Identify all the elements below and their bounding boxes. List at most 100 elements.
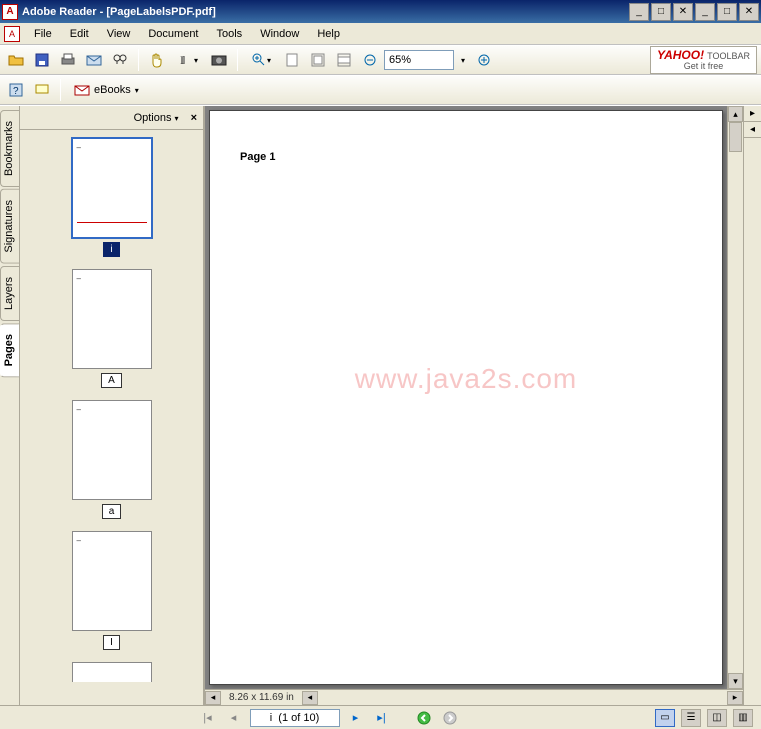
collapse-right-button[interactable]: ◂	[744, 122, 761, 138]
select-text-button[interactable]: I▾	[171, 48, 205, 72]
pdf-icon: A	[4, 26, 20, 42]
actual-size-button[interactable]	[280, 48, 304, 72]
yahoo-subtitle: TOOLBAR	[707, 51, 750, 61]
thumbnail-item[interactable]: – a	[28, 400, 195, 519]
review-button[interactable]	[30, 78, 54, 102]
hand-tool-button[interactable]	[145, 48, 169, 72]
scrollbar-thumb[interactable]	[729, 122, 742, 152]
save-button[interactable]	[30, 48, 54, 72]
continuous-facing-view-button[interactable]: ▥	[733, 709, 753, 727]
secondary-toolbar: ? eBooks ▾	[0, 75, 761, 105]
menu-help[interactable]: Help	[309, 26, 348, 42]
zoom-in-button[interactable]: ▾	[244, 48, 278, 72]
thumbnail-item[interactable]	[28, 662, 195, 682]
next-page-button[interactable]: ▸	[346, 709, 366, 727]
svg-text:?: ?	[13, 86, 19, 97]
page-thumbnail[interactable]: –	[72, 531, 152, 631]
thumbnail-item[interactable]: – A	[28, 269, 195, 388]
scroll-left2-button[interactable]: ◂	[302, 691, 318, 705]
thumbnail-label: I	[103, 635, 120, 650]
previous-page-button[interactable]: ◂	[224, 709, 244, 727]
thumbnail-label: A	[101, 373, 122, 388]
separator	[138, 49, 139, 71]
chevron-down-icon: ▾	[135, 86, 139, 95]
vertical-scrollbar[interactable]: ▴ ▾	[727, 106, 743, 689]
facing-view-button[interactable]: ◫	[707, 709, 727, 727]
thumbnails-list[interactable]: – i – A – a – I	[20, 130, 203, 705]
search-button[interactable]	[108, 48, 132, 72]
fit-page-button[interactable]	[306, 48, 330, 72]
separator	[237, 49, 238, 71]
menu-window[interactable]: Window	[252, 26, 307, 42]
doc-restore-button[interactable]: □	[717, 3, 737, 21]
svg-text:I: I	[180, 53, 184, 67]
pages-panel: Options ▾ × – i – A – a – I	[20, 106, 205, 705]
print-button[interactable]	[56, 48, 80, 72]
last-page-button[interactable]: ▸|	[372, 709, 392, 727]
zoom-out-button[interactable]	[358, 48, 382, 72]
page-thumbnail[interactable]: –	[72, 138, 152, 238]
page-content-text: Page 1	[240, 151, 275, 163]
main-toolbar: I▾ ▾ ▾ YAHOO! TOOLBAR Get it free	[0, 45, 761, 75]
continuous-view-button[interactable]: ☰	[681, 709, 701, 727]
page-thumbnail[interactable]: –	[72, 269, 152, 369]
tab-signatures[interactable]: Signatures	[0, 189, 19, 264]
zoom-input[interactable]	[384, 50, 454, 70]
statusbar: |◂ ◂ ▸ ▸| ▭ ☰ ◫ ▥	[0, 705, 761, 729]
titlebar: A Adobe Reader - [PageLabelsPDF.pdf] _ □…	[0, 0, 761, 23]
menu-tools[interactable]: Tools	[209, 26, 251, 42]
yahoo-toolbar-ad[interactable]: YAHOO! TOOLBAR Get it free	[650, 46, 757, 74]
zoom-dropdown-button[interactable]: ▾	[456, 48, 470, 72]
first-page-button[interactable]: |◂	[198, 709, 218, 727]
separator	[60, 79, 61, 101]
back-button[interactable]	[414, 709, 434, 727]
how-to-button[interactable]: ?	[4, 78, 28, 102]
scroll-left-button[interactable]: ◂	[205, 691, 221, 705]
single-page-view-button[interactable]: ▭	[655, 709, 675, 727]
open-button[interactable]	[4, 48, 28, 72]
thumbnail-label: a	[102, 504, 122, 519]
menu-file[interactable]: File	[26, 26, 60, 42]
page-thumbnail[interactable]: –	[72, 400, 152, 500]
tab-bookmarks[interactable]: Bookmarks	[0, 110, 19, 187]
forward-button[interactable]	[440, 709, 460, 727]
window-title: Adobe Reader - [PageLabelsPDF.pdf]	[22, 6, 629, 18]
snapshot-button[interactable]	[207, 48, 231, 72]
app-icon: A	[2, 4, 18, 20]
watermark-text: www.java2s.com	[355, 362, 578, 394]
main-area: Bookmarks Signatures Layers Pages Option…	[0, 105, 761, 705]
document-canvas[interactable]: Page 1 www.java2s.com ▴ ▾ ◂ 8.26 x 11.69…	[205, 106, 743, 705]
minimize-button[interactable]: _	[629, 3, 649, 21]
ebooks-label: eBooks	[94, 84, 131, 96]
pages-options-menu[interactable]: Options ▾	[134, 112, 179, 124]
ebooks-button[interactable]: eBooks ▾	[67, 79, 146, 101]
tab-pages[interactable]: Pages	[0, 323, 19, 377]
expand-right-button[interactable]: ▸	[744, 106, 761, 122]
page-thumbnail[interactable]	[72, 662, 152, 682]
menu-document[interactable]: Document	[140, 26, 206, 42]
page-number-input[interactable]	[250, 709, 340, 727]
menu-view[interactable]: View	[99, 26, 139, 42]
tab-layers[interactable]: Layers	[0, 266, 19, 321]
horizontal-scrollbar: ◂ 8.26 x 11.69 in ◂ ▸	[205, 689, 743, 705]
fit-width-button[interactable]	[332, 48, 356, 72]
email-button[interactable]	[82, 48, 106, 72]
thumbnail-item[interactable]: – i	[28, 138, 195, 257]
thumbnail-item[interactable]: – I	[28, 531, 195, 650]
doc-close-button[interactable]: ✕	[739, 3, 759, 21]
scroll-up-button[interactable]: ▴	[728, 106, 743, 122]
close-button[interactable]: ✕	[673, 3, 693, 21]
document-page[interactable]: Page 1 www.java2s.com	[209, 110, 723, 685]
restore-button[interactable]: □	[651, 3, 671, 21]
yahoo-cta: Get it free	[657, 62, 750, 71]
scroll-down-button[interactable]: ▾	[728, 673, 743, 689]
chevron-down-icon: ▾	[175, 114, 179, 123]
pages-panel-header: Options ▾ ×	[20, 106, 203, 130]
page-dimensions: 8.26 x 11.69 in	[221, 692, 302, 703]
document-view-wrapper: Page 1 www.java2s.com ▴ ▾ ◂ 8.26 x 11.69…	[205, 106, 761, 705]
doc-minimize-button[interactable]: _	[695, 3, 715, 21]
menu-edit[interactable]: Edit	[62, 26, 97, 42]
scroll-right-button[interactable]: ▸	[727, 691, 743, 705]
zoom-plus-button[interactable]	[472, 48, 496, 72]
pages-panel-close-button[interactable]: ×	[191, 112, 197, 124]
